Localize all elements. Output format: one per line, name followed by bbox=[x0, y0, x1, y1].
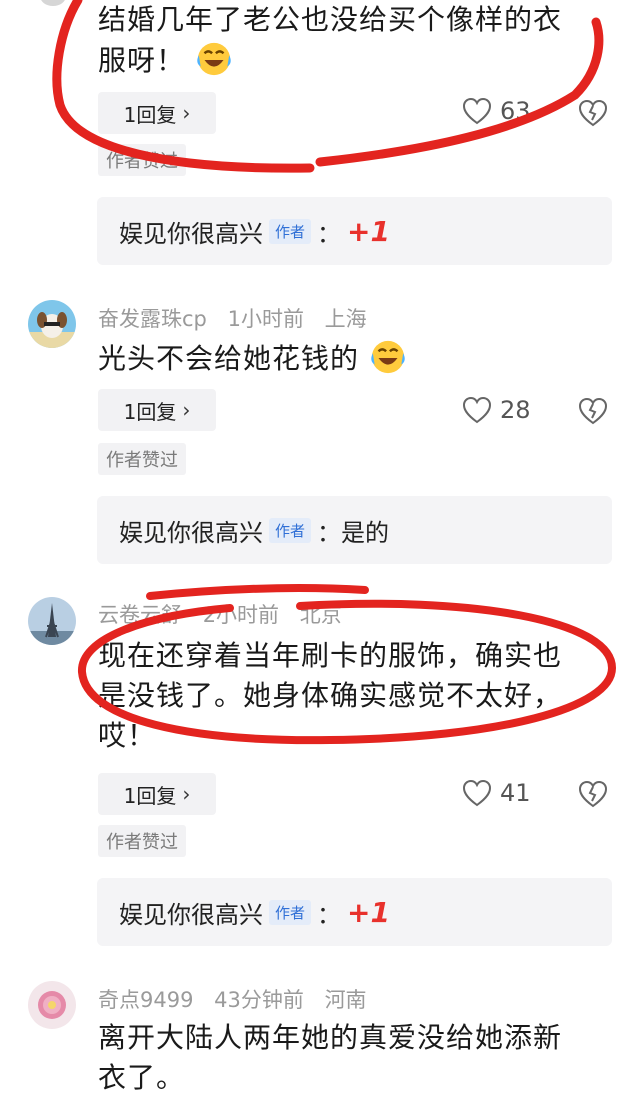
author-reply-preview[interactable]: 娱见你很高兴 作者 ： +1 bbox=[97, 878, 612, 946]
broken-heart-icon bbox=[578, 397, 608, 425]
author-liked-badge: 作者赞过 bbox=[98, 825, 186, 857]
author-reply-preview[interactable]: 娱见你很高兴 作者 ： 是的 bbox=[97, 496, 612, 564]
like-count: 63 bbox=[500, 97, 531, 125]
location: 河南 bbox=[324, 988, 367, 1012]
location: 上海 bbox=[324, 307, 367, 331]
author-name: 娱见你很高兴 bbox=[119, 518, 263, 547]
like-count: 41 bbox=[500, 779, 531, 807]
like-button[interactable]: 28 bbox=[462, 396, 531, 424]
chevron-right-icon: › bbox=[182, 782, 191, 806]
author-reply-preview[interactable]: 娱见你很高兴 作者 ： +1 bbox=[97, 197, 612, 265]
username[interactable]: 奇点9499 bbox=[98, 988, 193, 1012]
author-tag: 作者 bbox=[269, 899, 312, 925]
comment-meta: 奋发露珠cp 1小时前 上海 bbox=[98, 303, 381, 333]
timestamp: 1小时前 bbox=[227, 307, 304, 331]
avatar[interactable] bbox=[28, 981, 76, 1029]
comment-text: 现在还穿着当年刷卡的服饰，确实也 是没钱了。她身体确实感觉不太好， 哎！ bbox=[98, 639, 563, 752]
reply-count-button[interactable]: 1回复 › bbox=[98, 92, 216, 134]
avatar[interactable] bbox=[28, 597, 76, 645]
broken-heart-icon bbox=[578, 780, 608, 808]
like-button[interactable]: 63 bbox=[462, 97, 531, 125]
comment-text: 光头不会给她花钱的 bbox=[98, 338, 618, 379]
heart-outline-icon bbox=[462, 396, 492, 424]
timestamp: 2小时前 bbox=[202, 603, 280, 627]
author-tag: 作者 bbox=[269, 218, 312, 244]
flower-avatar-image bbox=[28, 981, 76, 1029]
avatar[interactable] bbox=[28, 300, 76, 348]
location: 北京 bbox=[299, 603, 342, 627]
chevron-right-icon: › bbox=[182, 101, 191, 125]
reply-count-button[interactable]: 1回复 › bbox=[98, 389, 216, 431]
author-name: 娱见你很高兴 bbox=[119, 900, 263, 929]
timestamp: 43分钟前 bbox=[214, 988, 304, 1012]
author-name: 娱见你很高兴 bbox=[119, 219, 263, 248]
dislike-button[interactable] bbox=[578, 99, 608, 131]
dislike-button[interactable] bbox=[578, 780, 608, 812]
like-button[interactable]: 41 bbox=[462, 779, 531, 807]
author-reply-text: 是的 bbox=[341, 518, 390, 547]
author-liked-badge: 作者赞过 bbox=[98, 443, 186, 475]
red-annotation-line-mid bbox=[146, 584, 369, 600]
heart-outline-icon bbox=[462, 779, 492, 807]
like-count: 28 bbox=[500, 396, 531, 424]
comment-meta: 云卷云舒 2小时前 北京 bbox=[98, 599, 356, 629]
eiffel-tower-avatar-image bbox=[28, 597, 76, 645]
broken-heart-icon bbox=[578, 99, 608, 127]
author-liked-badge: 作者赞过 bbox=[98, 144, 186, 176]
author-tag: 作者 bbox=[269, 517, 312, 543]
chevron-right-icon: › bbox=[182, 398, 191, 422]
username[interactable]: 奋发露珠cp bbox=[98, 307, 207, 331]
comment-text: 离开大陆人两年她的真爱没给她添新 衣了。 bbox=[98, 1021, 563, 1094]
username[interactable]: 云卷云舒 bbox=[98, 603, 182, 627]
avatar-partial[interactable] bbox=[40, 0, 66, 6]
author-reply-text: +1 bbox=[347, 895, 390, 929]
dog-avatar-image bbox=[28, 300, 76, 348]
comment-meta: 奇点9499 43分钟前 河南 bbox=[98, 984, 381, 1014]
dislike-button[interactable] bbox=[578, 397, 608, 429]
reply-count-button[interactable]: 1回复 › bbox=[98, 773, 216, 815]
author-reply-text: +1 bbox=[347, 214, 390, 248]
heart-outline-icon bbox=[462, 97, 492, 125]
laughing-crying-emoji bbox=[197, 42, 231, 76]
comment-text: 结婚几年了老公也没给买个像样的衣 服呀！ bbox=[98, 3, 563, 77]
laughing-crying-emoji bbox=[371, 340, 405, 374]
